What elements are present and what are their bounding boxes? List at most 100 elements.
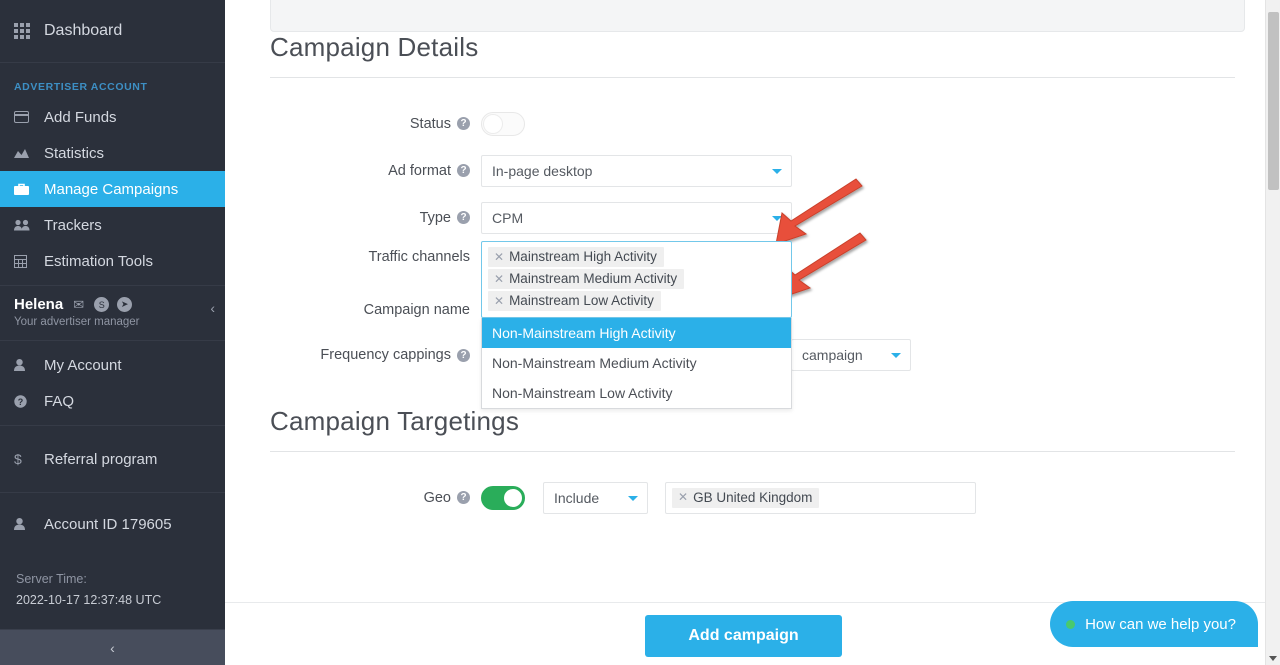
sidebar: Dashboard ADVERTISER ACCOUNT Add Funds S… [0, 0, 225, 665]
chart-area-icon [14, 147, 44, 159]
remove-tag-icon[interactable]: ✕ [678, 490, 688, 504]
sidebar-item-label: Dashboard [44, 22, 123, 39]
sidebar-item-label: FAQ [44, 392, 75, 410]
sidebar-collapse-button[interactable]: ‹ [0, 629, 225, 665]
chevron-down-icon [772, 215, 782, 221]
remove-tag-icon[interactable]: ✕ [494, 250, 504, 264]
dropdown-option[interactable]: Non-Mainstream Medium Activity [482, 348, 791, 378]
ad-format-label-group: Ad format ? [270, 163, 481, 179]
geo-label: Geo [423, 489, 451, 506]
form-row-ad-format: Ad format ? In-page desktop [270, 147, 1280, 194]
sidebar-item-my-account[interactable]: My Account [0, 347, 225, 383]
campaign-name-label: Campaign name [363, 302, 470, 318]
dropdown-option[interactable]: Non-Mainstream High Activity [482, 318, 791, 348]
credit-card-icon [14, 111, 44, 123]
question-circle-icon: ? [14, 394, 44, 408]
ad-format-value: In-page desktop [492, 162, 593, 179]
help-icon[interactable]: ? [457, 348, 470, 362]
sidebar-account-id-block: Account ID 179605 [0, 493, 225, 555]
selected-tag[interactable]: ✕ Mainstream Low Activity [488, 291, 661, 311]
sidebar-item-label: Statistics [44, 144, 105, 162]
sidebar-item-referral-program[interactable]: $ Referral program [0, 432, 225, 486]
status-toggle[interactable] [481, 111, 525, 136]
server-time-value: 2022-10-17 12:37:48 UTC [16, 593, 162, 608]
sidebar-item-statistics[interactable]: Statistics [0, 135, 225, 171]
skype-icon[interactable]: S [94, 297, 110, 312]
sidebar-item-estimation-tools[interactable]: Estimation Tools [0, 243, 225, 279]
frequency-cappings-label: Frequency cappings [320, 347, 451, 363]
page-title-campaign-targetings: Campaign Targetings [270, 406, 1235, 452]
help-icon[interactable]: ? [457, 164, 470, 177]
add-campaign-button[interactable]: Add campaign [645, 615, 842, 657]
geo-label-group: Geo ? [270, 490, 481, 506]
page-scrollbar[interactable] [1265, 0, 1280, 665]
top-panel-card [270, 0, 1245, 32]
sidebar-item-account-id[interactable]: Account ID 179605 [0, 499, 225, 549]
manager-subtitle: Your advertiser manager [14, 316, 140, 328]
remove-tag-icon[interactable]: ✕ [494, 294, 504, 308]
selected-tag[interactable]: ✕ Mainstream Medium Activity [488, 269, 685, 289]
chevron-down-icon [628, 495, 638, 501]
sidebar-item-label: Estimation Tools [44, 252, 153, 270]
sidebar-item-trackers[interactable]: Trackers [0, 207, 225, 243]
type-label: Type [419, 209, 451, 226]
page-title-campaign-details: Campaign Details [270, 32, 1235, 78]
tag-label: Mainstream Low Activity [509, 293, 654, 308]
telegram-icon[interactable]: ➤ [117, 297, 133, 312]
geo-tags-field[interactable]: ✕ GB United Kingdom [665, 481, 976, 514]
scrollbar-thumb[interactable] [1268, 12, 1279, 190]
sidebar-item-add-funds[interactable]: Add Funds [0, 99, 225, 135]
geo-toggle[interactable] [481, 485, 525, 510]
sidebar-item-faq[interactable]: ? FAQ [0, 383, 225, 419]
help-icon[interactable]: ? [457, 117, 470, 130]
remove-tag-icon[interactable]: ✕ [494, 272, 504, 286]
dropdown-option[interactable]: Non-Mainstream Low Activity [482, 378, 791, 408]
manager-name: Helena [14, 296, 64, 313]
chat-widget-button[interactable]: How can we help you? [1050, 601, 1258, 647]
sidebar-item-label: My Account [44, 356, 122, 374]
traffic-channels-label-group: Traffic channels [270, 241, 481, 273]
campaign-name-label-group: Campaign name [270, 302, 481, 318]
chevron-down-icon [772, 168, 782, 174]
sidebar-item-dashboard[interactable]: Dashboard [0, 0, 225, 62]
briefcase-icon [14, 183, 44, 196]
selected-tag[interactable]: ✕ Mainstream High Activity [488, 247, 664, 267]
frequency-period-select[interactable]: campaign [791, 339, 911, 371]
status-label-group: Status ? [270, 116, 481, 132]
sidebar-dashboard-block: Dashboard [0, 0, 225, 63]
traffic-channels-label: Traffic channels [368, 249, 470, 265]
help-icon[interactable]: ? [457, 491, 470, 504]
sidebar-item-label: Account ID 179605 [44, 515, 172, 533]
type-select[interactable]: CPM [481, 201, 792, 234]
dollar-icon: $ [14, 451, 22, 467]
sidebar-section-title: ADVERTISER ACCOUNT [14, 81, 148, 93]
sidebar-item-label: Referral program [44, 450, 158, 468]
chevron-down-icon [891, 353, 901, 358]
geo-mode-select[interactable]: Include [543, 481, 648, 514]
toggle-knob [483, 113, 503, 134]
sidebar-help-block: My Account ? FAQ [0, 341, 225, 426]
chevron-left-icon: ‹ [110, 639, 115, 656]
form-row-traffic-channels: Traffic channels ✕ Mainstream High Activi… [270, 241, 1280, 409]
sidebar-item-label: Manage Campaigns [44, 180, 179, 198]
page-root: Dashboard ADVERTISER ACCOUNT Add Funds S… [0, 0, 1280, 665]
tag-label: Mainstream Medium Activity [509, 271, 678, 286]
sidebar-item-manage-campaigns[interactable]: Manage Campaigns [0, 171, 225, 207]
chevron-left-icon[interactable]: ‹ [210, 300, 215, 316]
selected-tag[interactable]: ✕ GB United Kingdom [672, 487, 820, 508]
user-icon [14, 359, 44, 371]
form-row-geo: Geo ? Include ✕ GB United Kingdom [270, 474, 1280, 521]
traffic-channels-multiselect[interactable]: ✕ Mainstream High Activity ✕ Mainstream Me… [481, 241, 792, 409]
server-time-label: Server Time: [16, 572, 87, 586]
traffic-channels-tag-box[interactable]: ✕ Mainstream High Activity ✕ Mainstream Me… [481, 241, 792, 318]
form-content: Campaign Details Status ? Ad format ? In… [225, 32, 1280, 521]
form-row-status: Status ? [270, 100, 1280, 147]
scroll-down-arrow-icon[interactable] [1269, 656, 1277, 661]
ad-format-select[interactable]: In-page desktop [481, 154, 792, 187]
manager-row: Helena ✉ S ➤ [14, 296, 211, 313]
sidebar-manager-block: Helena ✉ S ➤ Your advertiser manager ‹ [0, 286, 225, 341]
help-icon[interactable]: ? [457, 211, 470, 224]
envelope-icon[interactable]: ✉ [71, 297, 86, 312]
geo-mode-value: Include [554, 489, 600, 506]
form-row-type: Type ? CPM [270, 194, 1280, 241]
